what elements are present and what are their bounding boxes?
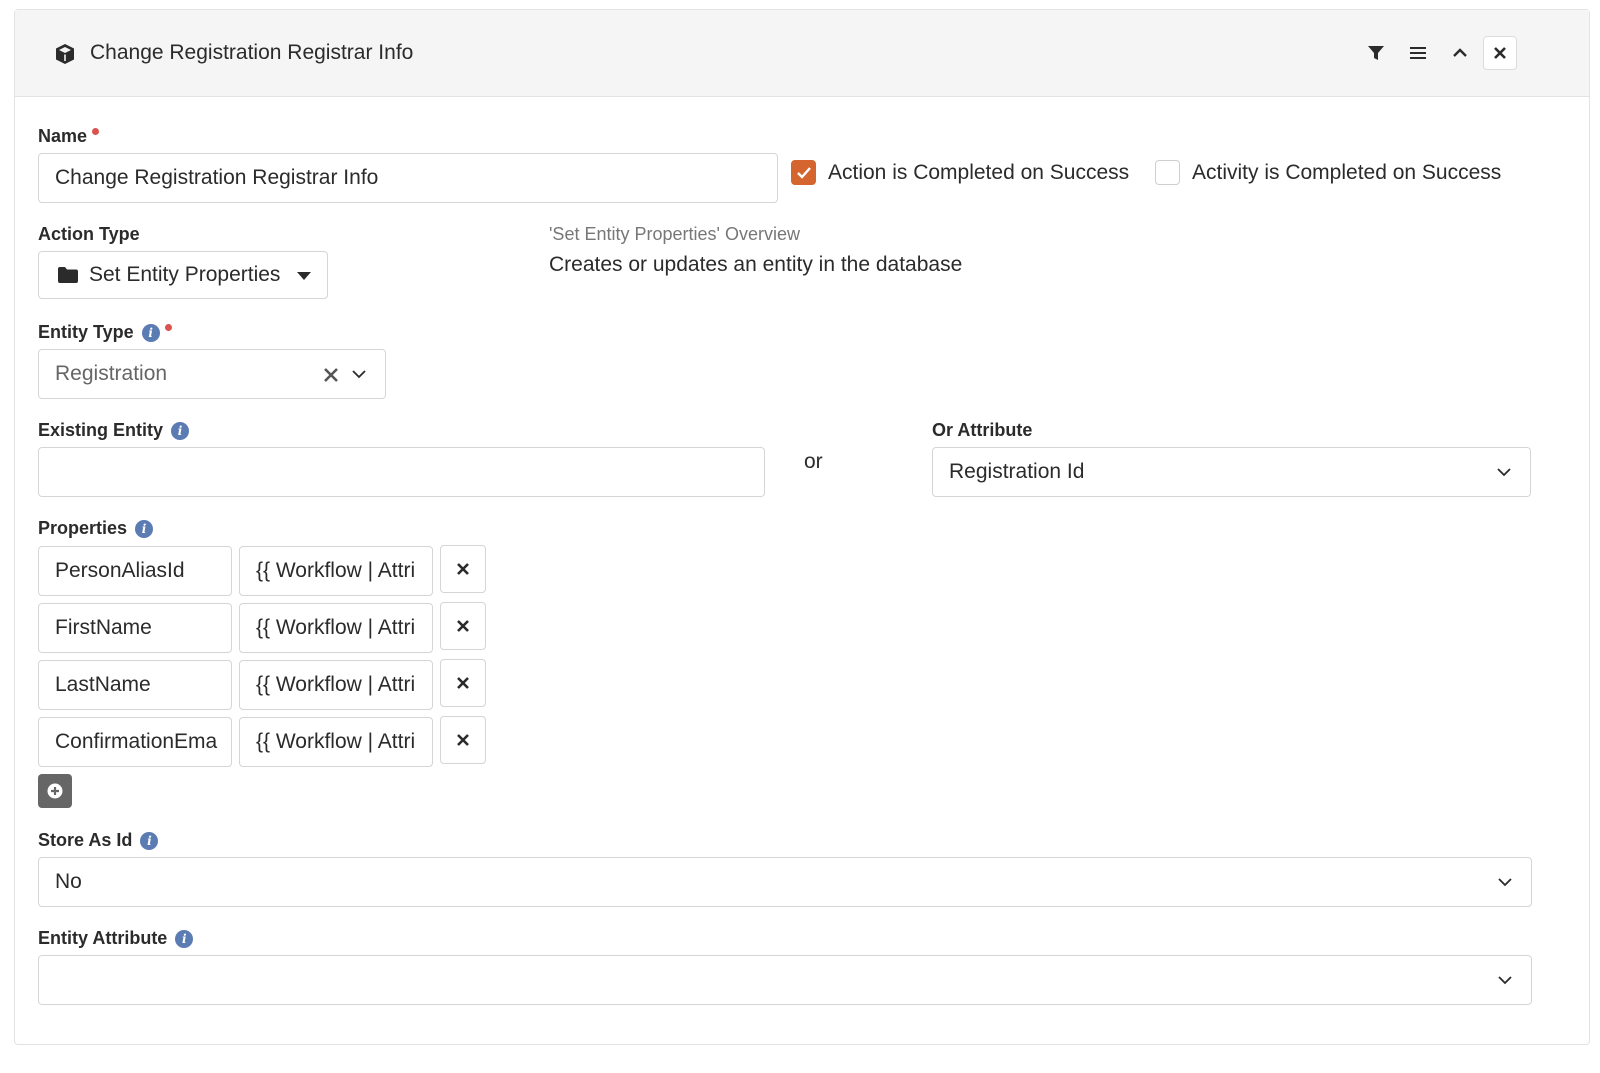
close-icon bbox=[457, 734, 469, 746]
properties-label: Properties i bbox=[38, 518, 154, 539]
activity-completed-checkbox[interactable]: Activity is Completed on Success bbox=[1155, 160, 1501, 185]
menu-button[interactable] bbox=[1401, 36, 1435, 70]
collapse-button[interactable] bbox=[1443, 36, 1477, 70]
close-icon bbox=[457, 620, 469, 632]
required-indicator bbox=[92, 128, 100, 135]
close-icon bbox=[457, 677, 469, 689]
entity-attribute-select[interactable] bbox=[38, 955, 1532, 1005]
panel-title: Change Registration Registrar Info bbox=[90, 41, 414, 64]
clear-icon bbox=[324, 368, 338, 382]
chevron-up-icon bbox=[1453, 48, 1467, 57]
store-as-id-label: Store As Id i bbox=[38, 830, 159, 851]
existing-entity-label: Existing Entity i bbox=[38, 420, 190, 441]
chevron-down-icon bbox=[1498, 976, 1512, 985]
close-icon bbox=[457, 563, 469, 575]
entity-attribute-label: Entity Attribute i bbox=[38, 928, 194, 949]
action-type-picker[interactable]: Set Entity Properties bbox=[38, 251, 328, 299]
remove-property-button[interactable] bbox=[440, 602, 486, 650]
overview-title: 'Set Entity Properties' Overview bbox=[549, 224, 800, 244]
checkbox-checked[interactable] bbox=[791, 160, 816, 185]
menu-icon bbox=[1410, 47, 1426, 59]
property-key-input[interactable]: ConfirmationEma bbox=[38, 717, 232, 767]
property-value-input[interactable]: {{ Workflow | Attri bbox=[239, 603, 433, 653]
close-button[interactable] bbox=[1483, 36, 1517, 70]
name-input[interactable]: Change Registration Registrar Info bbox=[38, 153, 778, 203]
remove-property-button[interactable] bbox=[440, 659, 486, 707]
remove-property-button[interactable] bbox=[440, 716, 486, 764]
close-icon bbox=[1494, 47, 1506, 59]
info-icon[interactable]: i bbox=[135, 519, 154, 538]
checkbox-unchecked[interactable] bbox=[1155, 160, 1180, 185]
folder-icon bbox=[58, 267, 78, 283]
property-key-input[interactable]: FirstName bbox=[38, 603, 232, 653]
filter-button[interactable] bbox=[1359, 36, 1393, 70]
store-as-id-select[interactable]: No bbox=[38, 857, 1532, 907]
plus-circle-icon bbox=[47, 783, 63, 799]
panel-header: Change Registration Registrar Info bbox=[15, 10, 1589, 97]
check-icon bbox=[796, 167, 811, 179]
or-attribute-select[interactable]: Registration Id bbox=[932, 447, 1531, 497]
property-value-input[interactable]: {{ Workflow | Attri bbox=[239, 717, 433, 767]
caret-down-icon bbox=[297, 272, 311, 280]
info-icon[interactable]: i bbox=[140, 831, 159, 850]
filter-icon bbox=[1368, 46, 1384, 60]
or-text: or bbox=[804, 450, 823, 473]
remove-property-button[interactable] bbox=[440, 545, 486, 593]
info-icon[interactable]: i bbox=[141, 323, 160, 342]
property-value-input[interactable]: {{ Workflow | Attri bbox=[239, 546, 433, 596]
chevron-down-icon bbox=[352, 370, 366, 379]
property-key-input[interactable]: PersonAliasId bbox=[38, 546, 232, 596]
info-icon[interactable]: i bbox=[175, 929, 194, 948]
chevron-down-icon bbox=[1497, 468, 1511, 477]
property-value-input[interactable]: {{ Workflow | Attri bbox=[239, 660, 433, 710]
cube-icon bbox=[53, 42, 77, 66]
name-label: Name bbox=[38, 126, 100, 147]
chevron-down-icon bbox=[1498, 878, 1512, 887]
add-property-button[interactable] bbox=[38, 774, 72, 808]
or-attribute-label: Or Attribute bbox=[932, 420, 1033, 440]
entity-type-label: Entity Type i bbox=[38, 322, 172, 343]
info-icon[interactable]: i bbox=[171, 421, 190, 440]
overview-text: Creates or updates an entity in the data… bbox=[549, 253, 963, 276]
entity-type-select[interactable]: Registration bbox=[38, 349, 386, 399]
existing-entity-input[interactable] bbox=[38, 447, 765, 497]
property-key-input[interactable]: LastName bbox=[38, 660, 232, 710]
action-type-label: Action Type bbox=[38, 224, 140, 244]
required-indicator bbox=[164, 324, 172, 331]
action-completed-checkbox[interactable]: Action is Completed on Success bbox=[791, 160, 1129, 185]
